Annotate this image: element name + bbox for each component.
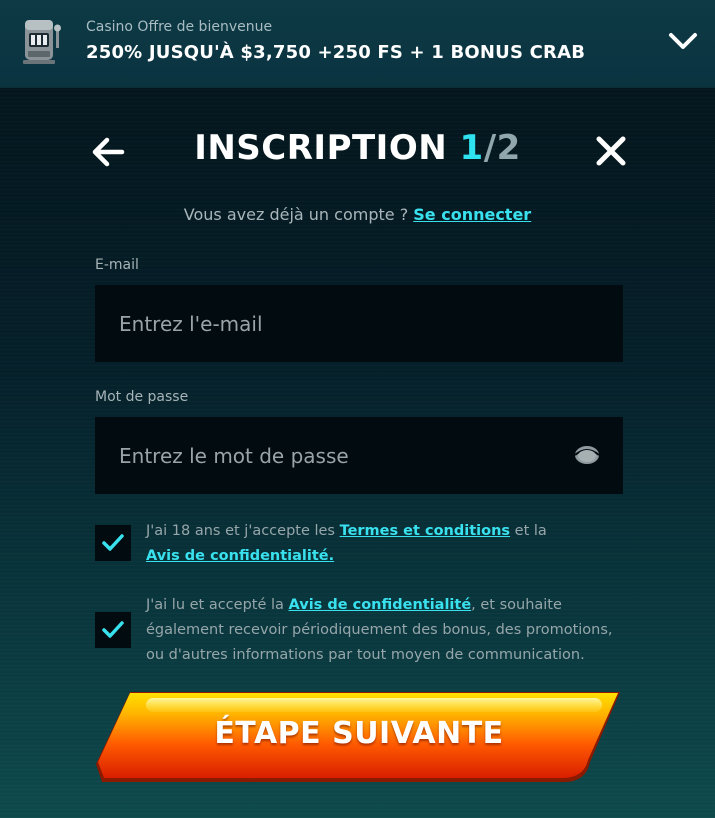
terms-link[interactable]: Termes et conditions xyxy=(340,523,510,539)
terms-text-middle: et la xyxy=(510,523,547,539)
password-label: Mot de passe xyxy=(95,389,189,405)
privacy-link-2[interactable]: Avis de confidentialité xyxy=(289,597,472,613)
terms-text-before: J'ai 18 ans et j'accepte les xyxy=(146,523,340,539)
eye-icon[interactable] xyxy=(573,443,601,467)
chevron-down-icon[interactable] xyxy=(666,28,700,54)
close-icon[interactable] xyxy=(592,132,630,170)
checkmark-icon xyxy=(102,534,124,551)
checkmark-icon xyxy=(102,621,124,638)
email-label: E-mail xyxy=(95,257,139,273)
email-field-container xyxy=(95,285,623,362)
banner-offer-text: 250% JUSQU'À $3,750 +250 FS + 1 BONUS CR… xyxy=(86,42,586,63)
email-field[interactable] xyxy=(95,285,623,362)
title-text: INSCRIPTION xyxy=(194,128,460,168)
terms-consent-text: J'ai 18 ans et j'accepte les Termes et c… xyxy=(146,519,626,569)
login-prompt-text: Vous avez déjà un compte ? xyxy=(183,205,414,224)
next-step-button[interactable] xyxy=(94,690,624,786)
marketing-text-before: J'ai lu et accepté la xyxy=(146,597,289,613)
password-field[interactable] xyxy=(95,417,623,494)
password-field-container xyxy=(95,417,623,494)
login-link[interactable]: Se connecter xyxy=(413,205,531,224)
step-total: 2 xyxy=(496,128,521,168)
step-current: 1 xyxy=(459,128,484,168)
terms-checkbox[interactable] xyxy=(95,525,131,561)
login-prompt: Vous avez déjà un compte ? Se connecter xyxy=(0,205,715,224)
privacy-link[interactable]: Avis de confidentialité. xyxy=(146,548,334,564)
welcome-offer-banner[interactable]: Casino Offre de bienvenue 250% JUSQU'À $… xyxy=(0,0,715,88)
banner-subtitle: Casino Offre de bienvenue xyxy=(86,19,273,35)
step-separator: / xyxy=(483,128,497,168)
marketing-consent-text: J'ai lu et accepté la Avis de confidenti… xyxy=(146,593,626,668)
marketing-checkbox[interactable] xyxy=(95,612,131,648)
slot-machine-icon xyxy=(23,20,61,64)
